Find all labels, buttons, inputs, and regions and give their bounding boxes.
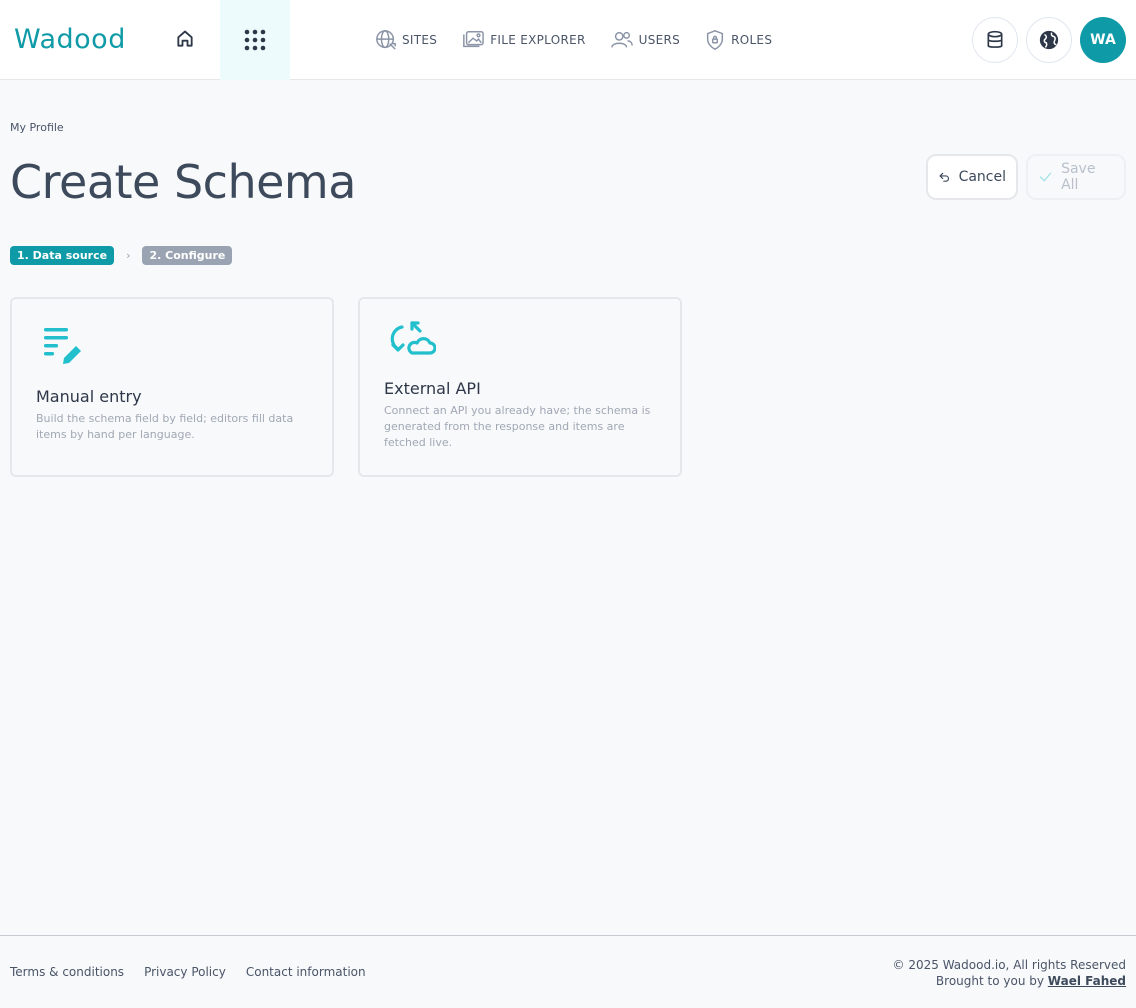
card-desc-manual: Build the schema field by field; editors…	[36, 412, 294, 441]
wadood-logo[interactable]: Wadood	[14, 22, 144, 56]
card-title-api: External API	[384, 379, 481, 398]
undo-icon	[939, 172, 949, 182]
nav-item-sites[interactable]: SITES	[375, 29, 437, 51]
nav-item-roles[interactable]: ROLES	[704, 29, 772, 51]
nav-label-file-explorer: FILE EXPLORER	[490, 33, 586, 47]
footer-credits: © 2025 Wadood.io, All rights Reserved Br…	[893, 957, 1126, 989]
manual-entry-card[interactable]: Manual entry Build the schema field by f…	[10, 297, 334, 477]
nav-item-file-explorer[interactable]: FILE EXPLORER	[461, 29, 585, 51]
home-button[interactable]	[170, 24, 200, 54]
nav-label-sites: SITES	[402, 33, 438, 47]
brought-by-text: Brought to you by	[935, 974, 1044, 988]
main-nav: SITES FILE EXPLORER USERS ROLES	[375, 27, 772, 53]
terms-link[interactable]: Terms & conditions	[10, 965, 124, 979]
external-api-card[interactable]: External API Connect an API you already …	[358, 297, 682, 477]
database-button[interactable]	[972, 17, 1018, 63]
globe-icon	[376, 30, 396, 50]
save-all-label: Save All	[1061, 161, 1096, 193]
breadcrumb[interactable]: My Profile	[10, 121, 64, 134]
page-title: Create Schema	[10, 155, 356, 209]
nav-item-users[interactable]: USERS	[610, 29, 680, 51]
users-icon	[610, 31, 633, 48]
footer-links: Terms & conditions Privacy Policy Contac…	[10, 965, 366, 979]
chevron-right-icon: ›	[126, 249, 131, 262]
shield-icon	[706, 30, 724, 50]
top-header: Wadood SITES FILE EXPLORER USERS ROLES W…	[0, 0, 1136, 80]
svg-text:Wadood: Wadood	[14, 24, 126, 55]
nav-label-users: USERS	[638, 33, 681, 47]
cancel-button[interactable]: Cancel	[926, 154, 1018, 200]
logo-wordmark: Wadood	[14, 24, 126, 55]
save-all-button[interactable]: Save All	[1026, 154, 1126, 200]
step-data-source[interactable]: 1. Data source	[10, 246, 115, 265]
nav-label-roles: ROLES	[731, 33, 773, 47]
brought-by-line: Brought to you by Wael Fahed	[893, 973, 1126, 989]
copyright-text: © 2025 Wadood.io, All rights Reserved	[892, 958, 1126, 972]
step-configure[interactable]: 2. Configure	[142, 246, 233, 265]
language-button[interactable]	[1026, 17, 1072, 63]
home-icon	[177, 30, 193, 47]
user-avatar[interactable]: WA	[1080, 17, 1126, 63]
privacy-link[interactable]: Privacy Policy	[144, 965, 226, 979]
author-link[interactable]: Wael Fahed	[1048, 974, 1126, 988]
check-icon	[1039, 172, 1052, 182]
apps-grid-button[interactable]	[220, 0, 290, 80]
card-desc-api: Connect an API you already have; the sch…	[384, 404, 651, 449]
grid-icon	[244, 29, 266, 51]
stepper: 1. Data source › 2. Configure	[10, 246, 233, 265]
list-edit-icon	[44, 328, 81, 364]
footer: Terms & conditions Privacy Policy Contac…	[0, 935, 1136, 1008]
world-icon	[1039, 30, 1059, 50]
cloud-sync-icon	[390, 321, 436, 355]
database-icon	[987, 30, 1003, 48]
contact-link[interactable]: Contact information	[246, 965, 366, 979]
folder-image-icon	[463, 31, 485, 48]
card-title-manual: Manual entry	[36, 387, 142, 406]
cancel-label: Cancel	[958, 169, 1006, 185]
